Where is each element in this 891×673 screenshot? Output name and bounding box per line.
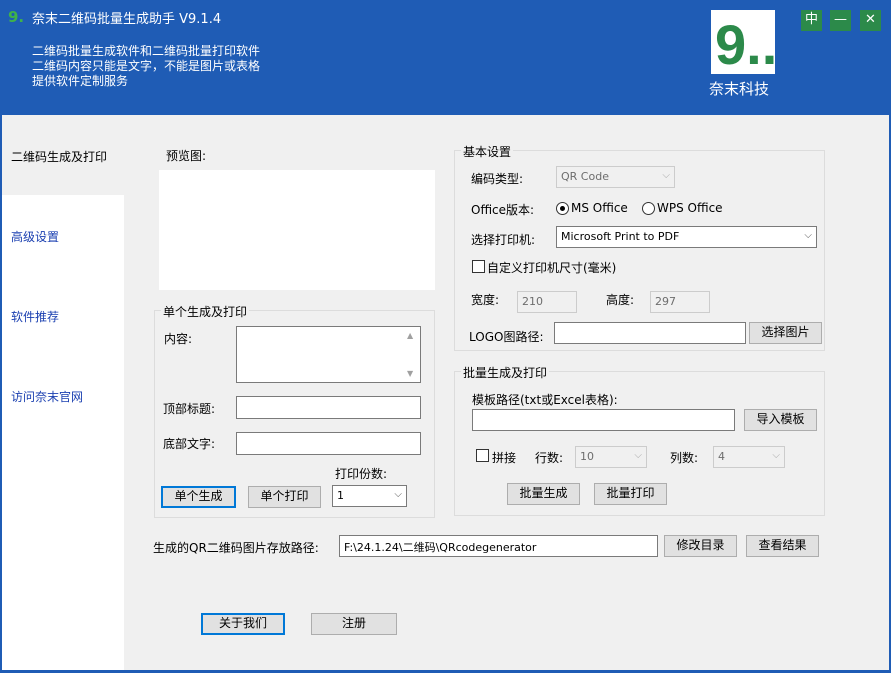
template-path-input[interactable] [472, 409, 735, 431]
content-textarea[interactable] [236, 326, 421, 383]
scroll-down-icon: ▼ [407, 369, 414, 378]
cols-select[interactable]: 4 ⌵ [713, 446, 785, 468]
output-path-label: 生成的QR二维码图片存放路径: [153, 541, 319, 555]
content-label: 内容: [164, 332, 193, 346]
scroll-up-icon: ▲ [407, 331, 414, 340]
info-line-3: 提供软件定制服务 [32, 74, 129, 88]
rows-value: 10 [580, 450, 594, 463]
custom-size-checkbox[interactable] [472, 260, 485, 273]
single-generate-button[interactable]: 单个生成 [161, 486, 236, 508]
main-content: 二维码生成及打印 高级设置 软件推荐 访问奈末官网 预览图: 单个生成及打印 内… [2, 115, 889, 670]
cols-label: 列数: [670, 451, 699, 465]
single-print-button[interactable]: 单个打印 [248, 486, 321, 508]
close-icon: ✕ [865, 12, 876, 27]
cols-value: 4 [718, 450, 725, 463]
chevron-down-icon: ⌵ [662, 170, 670, 181]
app-icon: 9. [8, 8, 25, 26]
rows-select[interactable]: 10 ⌵ [575, 446, 647, 468]
top-title-label: 顶部标题: [163, 402, 216, 416]
header: 9. 奈末二维码批量生成助手 V9.1.4 二维码批量生成软件和二维码批量打印软… [0, 0, 891, 115]
close-button[interactable]: ✕ [860, 10, 881, 31]
sidebar-item-label: 高级设置 [11, 230, 60, 244]
batch-print-button[interactable]: 批量打印 [594, 483, 667, 505]
printer-select[interactable]: Microsoft Print to PDF ⌵ [556, 226, 817, 248]
register-button[interactable]: 注册 [311, 613, 397, 635]
batch-generate-button[interactable]: 批量生成 [507, 483, 580, 505]
encoding-label: 编码类型: [471, 172, 524, 186]
about-us-button[interactable]: 关于我们 [201, 613, 285, 635]
template-path-label: 模板路径(txt或Excel表格): [472, 393, 618, 407]
pin-icon: 中 [804, 12, 818, 27]
logo-text: 奈末科技 [709, 80, 770, 98]
office-version-label: Office版本: [471, 203, 535, 217]
chevron-down-icon: ⌵ [394, 489, 402, 500]
sidebar: 二维码生成及打印 高级设置 软件推荐 访问奈末官网 [2, 115, 124, 670]
view-results-button[interactable]: 查看结果 [746, 535, 819, 557]
copies-value: 1 [337, 489, 344, 502]
output-path-input[interactable]: F:\24.1.24\二维码\QRcodegenerator [339, 535, 658, 557]
sidebar-item-generate-print[interactable]: 二维码生成及打印 [2, 115, 124, 195]
ms-office-radio[interactable] [556, 202, 569, 215]
single-group-title: 单个生成及打印 [161, 303, 250, 320]
sidebar-item-advanced-settings[interactable]: 高级设置 [2, 195, 124, 275]
rows-label: 行数: [535, 451, 564, 465]
logo-path-input[interactable] [554, 322, 746, 344]
pin-button[interactable]: 中 [801, 10, 822, 31]
change-directory-button[interactable]: 修改目录 [664, 535, 737, 557]
minimize-button[interactable]: — [830, 10, 851, 31]
content-scrollbar[interactable]: ▲ ▼ [404, 327, 420, 382]
top-title-input[interactable] [236, 396, 421, 419]
chevron-down-icon: ⌵ [634, 450, 642, 461]
custom-size-label[interactable]: 自定义打印机尺寸(毫米) [487, 259, 616, 276]
sidebar-item-label: 访问奈末官网 [11, 390, 84, 404]
basic-group-title: 基本设置 [461, 143, 514, 160]
sidebar-item-visit-website[interactable]: 访问奈末官网 [2, 355, 124, 435]
batch-group-title: 批量生成及打印 [461, 364, 550, 381]
bottom-text-label: 底部文字: [163, 437, 216, 451]
chevron-down-icon: ⌵ [804, 230, 812, 241]
stitch-label[interactable]: 拼接 [492, 449, 516, 466]
window-title: 奈末二维码批量生成助手 V9.1.4 [32, 12, 222, 27]
stitch-checkbox[interactable] [476, 449, 489, 462]
app-window: 9. 奈末二维码批量生成助手 V9.1.4 二维码批量生成软件和二维码批量打印软… [0, 0, 891, 673]
copies-select[interactable]: 1 ⌵ [332, 485, 407, 507]
height-label: 高度: [606, 293, 635, 307]
encoding-value: QR Code [561, 170, 609, 183]
preview-label: 预览图: [166, 149, 207, 163]
wps-office-label[interactable]: WPS Office [657, 201, 723, 215]
logo-path-label: LOGO图路径: [469, 330, 544, 344]
company-logo: 9... [711, 10, 793, 76]
qr-preview-area [159, 170, 435, 290]
bottom-text-input[interactable] [236, 432, 421, 455]
width-input[interactable]: 210 [517, 291, 577, 313]
choose-image-button[interactable]: 选择图片 [749, 322, 822, 344]
width-label: 宽度: [471, 293, 500, 307]
copies-label: 打印份数: [335, 467, 388, 481]
sidebar-item-software-recommend[interactable]: 软件推荐 [2, 275, 124, 355]
sidebar-item-label: 软件推荐 [11, 310, 60, 324]
ms-office-label[interactable]: MS Office [571, 201, 628, 215]
logo-glyph: 9... [715, 13, 775, 74]
printer-value: Microsoft Print to PDF [561, 230, 680, 243]
wps-office-radio[interactable] [642, 202, 655, 215]
printer-label: 选择打印机: [471, 233, 536, 247]
minimize-icon: — [834, 12, 847, 27]
encoding-select[interactable]: QR Code ⌵ [556, 166, 675, 188]
import-template-button[interactable]: 导入模板 [744, 409, 817, 431]
sidebar-item-label: 二维码生成及打印 [11, 150, 108, 164]
chevron-down-icon: ⌵ [772, 450, 780, 461]
height-input[interactable]: 297 [650, 291, 710, 313]
